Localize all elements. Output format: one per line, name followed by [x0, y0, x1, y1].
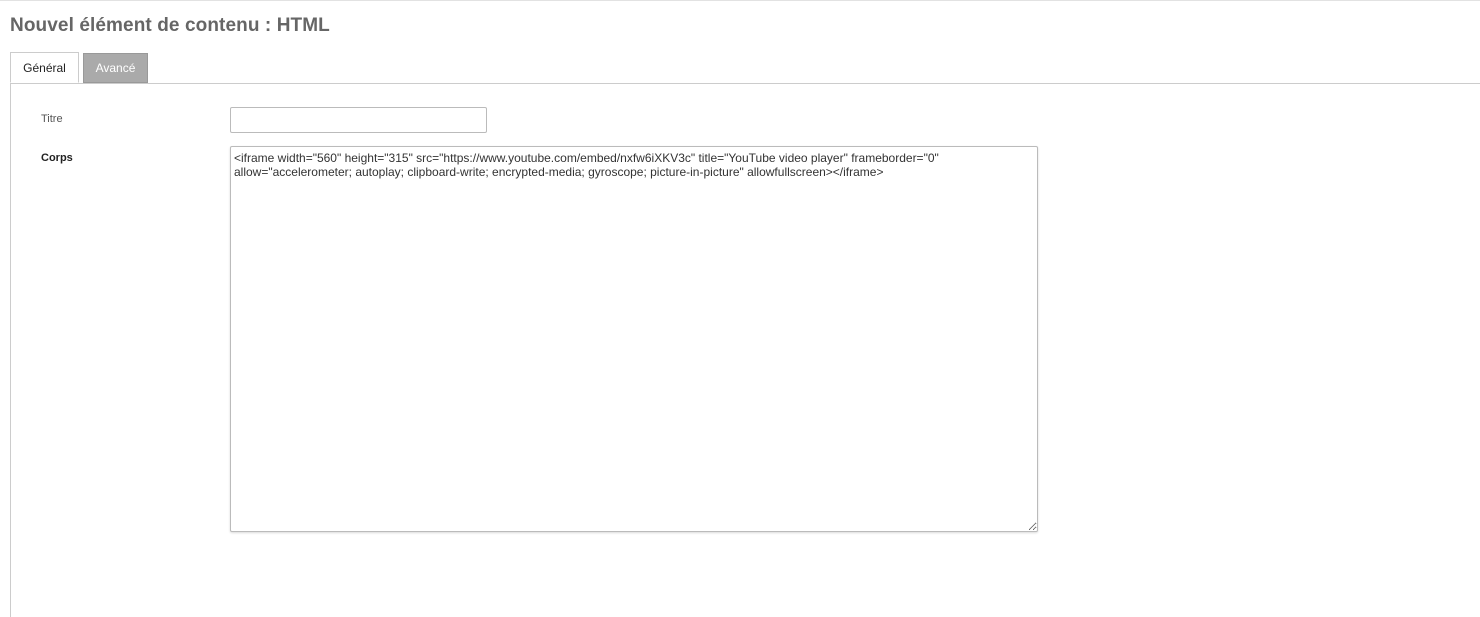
tab-divider [10, 83, 1480, 84]
page: Nouvel élément de contenu : HTML Général… [0, 0, 1480, 617]
tab-advanced[interactable]: Avancé [83, 53, 148, 83]
body-textarea[interactable]: <iframe width="560" height="315" src="ht… [230, 146, 1038, 532]
tab-general[interactable]: Général [10, 52, 79, 83]
title-field-label: Titre [41, 113, 63, 125]
body-field-label: Corps [41, 152, 73, 164]
tab-bar: Général Avancé [10, 52, 148, 83]
title-input[interactable] [230, 107, 487, 133]
page-title: Nouvel élément de contenu : HTML [10, 15, 330, 36]
